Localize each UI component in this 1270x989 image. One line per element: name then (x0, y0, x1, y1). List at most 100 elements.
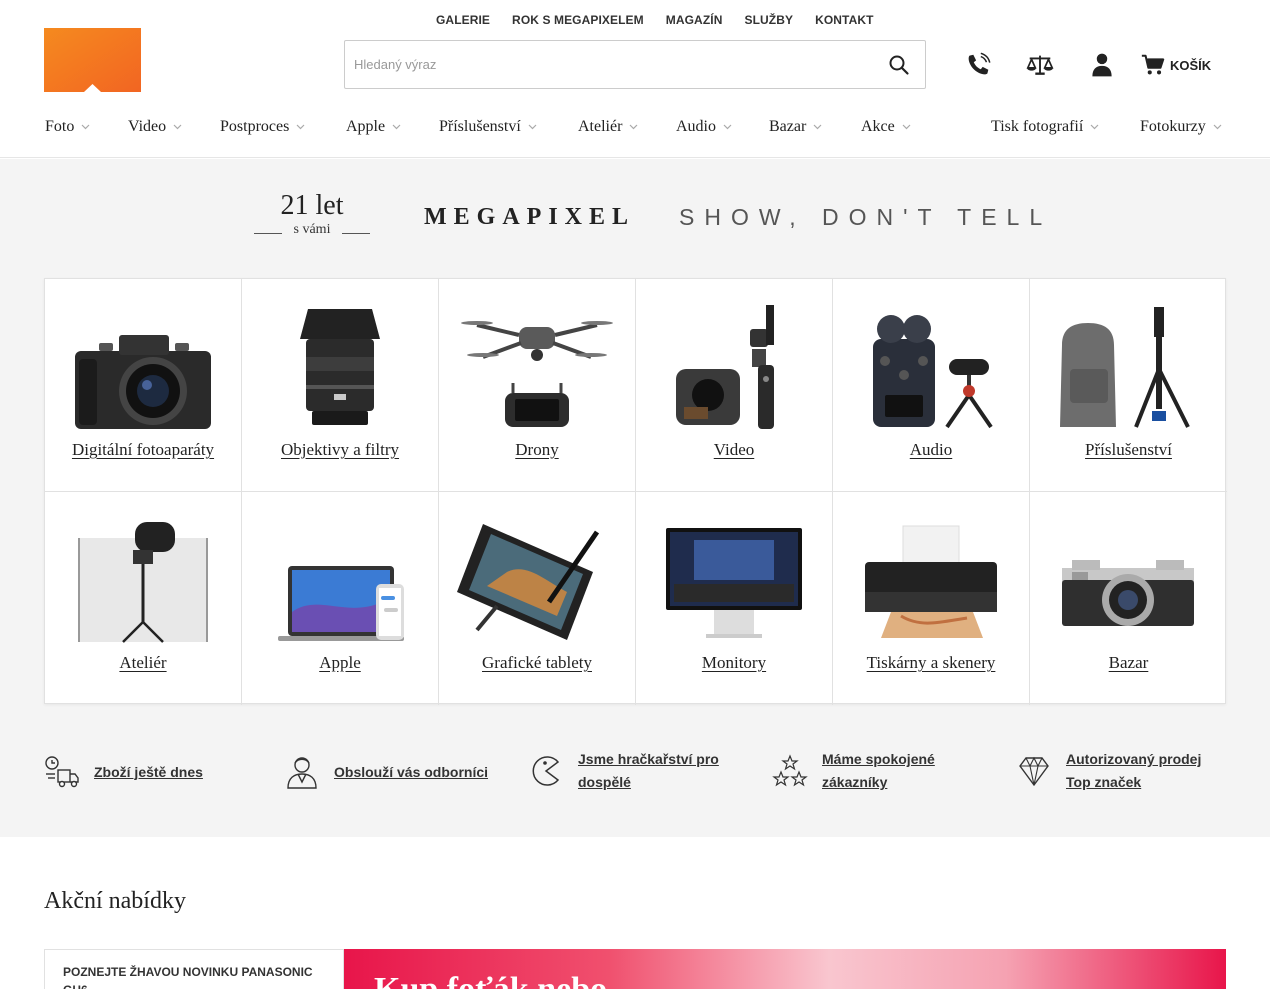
phone-icon[interactable] (962, 49, 994, 81)
chevron-down-icon (902, 124, 911, 130)
top-link-kontakt[interactable]: KONTAKT (804, 13, 884, 27)
category-tile-lenses[interactable]: Objektivy a filtry (242, 279, 439, 492)
category-tile-tablets[interactable]: Grafické tablety (439, 492, 636, 705)
search-icon[interactable] (887, 53, 911, 77)
nav-label: Příslušenství (439, 118, 521, 135)
lens-icon (260, 299, 420, 439)
nav-label: Apple (346, 118, 386, 135)
years-badge: 21 let s vámi (254, 192, 370, 238)
category-label: Monitory (701, 653, 767, 672)
nav-label: Fotokurzy (1140, 118, 1206, 135)
audio-recorder-icon (851, 299, 1011, 439)
delivery-truck-icon (45, 756, 79, 788)
chevron-down-icon (296, 124, 305, 130)
feature-strip: Zboží ještě dnes Obslouží vás odborníci … (44, 748, 1226, 798)
top-link-magazin[interactable]: MAGAZÍN (655, 13, 734, 27)
offer-card[interactable]: POZNEJTE ŽHAVOU NOVINKU PANASONIC GH6 (44, 949, 344, 989)
backpack-tripod-icon (1048, 299, 1208, 439)
cart-button[interactable]: KOŠÍK (1140, 52, 1211, 78)
category-tile-monitors[interactable]: Monitory (636, 492, 833, 705)
compare-scales-icon[interactable] (1024, 49, 1056, 81)
category-label: Objektivy a filtry (280, 440, 400, 459)
feature-text: Zboží ještě dnes (94, 763, 203, 780)
feature-happy-customers[interactable]: Máme spokojené zákazníky (772, 748, 952, 794)
nav-label: Bazar (769, 118, 807, 135)
top-link-galerie[interactable]: GALERIE (425, 13, 501, 27)
printer-icon (851, 512, 1011, 652)
chevron-down-icon (81, 124, 90, 130)
search-box (344, 40, 926, 89)
feature-text: Máme spokojené zákazníky (822, 751, 935, 790)
years-word: let (315, 190, 344, 221)
category-tile-studio[interactable]: Ateliér (45, 492, 242, 705)
category-label: Drony (515, 440, 559, 459)
nav-item-prislusenstvi[interactable]: Příslušenství (439, 118, 537, 136)
feature-text: Obslouží vás odborníci (334, 763, 489, 780)
chevron-down-icon (723, 124, 732, 130)
nav-item-tisk[interactable]: Tisk fotografií (991, 118, 1099, 136)
category-label: Apple (319, 653, 361, 672)
laptop-phone-icon (260, 512, 420, 652)
camera-icon (63, 299, 223, 439)
years-number: 21 (280, 190, 309, 221)
category-tile-printers[interactable]: Tiskárny a skenery (833, 492, 1030, 705)
category-label: Ateliér (119, 653, 167, 672)
nav-item-bazar[interactable]: Bazar (769, 118, 822, 136)
drawing-tablet-icon (457, 512, 617, 652)
nav-label: Foto (45, 118, 75, 135)
user-icon[interactable] (1086, 49, 1118, 81)
nav-label: Audio (676, 118, 716, 135)
promo-text: Kup foťák nebo (374, 971, 607, 989)
category-label: Audio (909, 440, 953, 459)
category-tile-cameras[interactable]: Digitální fotoaparáty (45, 279, 242, 492)
tagline: SHOW, DON'T TELL (679, 204, 1053, 230)
feature-same-day[interactable]: Zboží ještě dnes (44, 754, 203, 790)
chevron-down-icon (1090, 124, 1099, 130)
feature-authorized[interactable]: Autorizovaný prodej Top značek (1016, 748, 1216, 794)
category-tile-audio[interactable]: Audio (833, 279, 1030, 492)
site-header: GALERIE ROK S MEGAPIXELEM MAGAZÍN SLUŽBY… (0, 0, 1270, 158)
top-links: GALERIE ROK S MEGAPIXELEM MAGAZÍN SLUŽBY… (425, 13, 885, 27)
feature-text: Jsme hračkařství pro dospělé (578, 751, 719, 790)
cart-icon (1141, 54, 1165, 75)
category-tile-apple[interactable]: Apple (242, 492, 439, 705)
nav-label: Akce (861, 118, 895, 135)
category-label: Tiskárny a skenery (866, 653, 996, 672)
category-tile-accessories[interactable]: Příslušenství (1030, 279, 1227, 492)
nav-item-atelier[interactable]: Ateliér (578, 118, 638, 136)
offers-title: Akční nabídky (44, 888, 186, 914)
promo-banner[interactable]: Kup foťák nebo (344, 949, 1226, 989)
pacman-icon (532, 756, 560, 786)
years-sub: s vámi (254, 222, 370, 238)
nav-label: Video (128, 118, 167, 135)
category-tile-bazar[interactable]: Bazar (1030, 492, 1227, 705)
offer-card-text: POZNEJTE ŽHAVOU NOVINKU PANASONIC GH6 (63, 965, 313, 989)
studio-light-icon (63, 512, 223, 652)
drone-icon (457, 299, 617, 439)
top-link-rok[interactable]: ROK S MEGAPIXELEM (501, 13, 655, 27)
feature-experts[interactable]: Obslouží vás odborníci (284, 754, 488, 790)
nav-item-akce[interactable]: Akce (861, 118, 911, 136)
nav-item-apple[interactable]: Apple (346, 118, 401, 136)
category-tile-drones[interactable]: Drony (439, 279, 636, 492)
nav-item-foto[interactable]: Foto (45, 118, 90, 136)
chevron-down-icon (528, 124, 537, 130)
feature-text: Autorizovaný prodej Top značek (1066, 751, 1202, 790)
chevron-down-icon (392, 124, 401, 130)
nav-item-postproces[interactable]: Postproces (220, 118, 305, 136)
nav-item-video[interactable]: Video (128, 118, 182, 136)
nav-item-audio[interactable]: Audio (676, 118, 732, 136)
expert-person-icon (287, 757, 317, 789)
video-gimbal-icon (654, 299, 814, 439)
chevron-down-icon (629, 124, 638, 130)
nav-label: Ateliér (578, 118, 623, 135)
search-input[interactable] (345, 41, 865, 88)
feature-toys[interactable]: Jsme hračkařství pro dospělé (528, 748, 728, 794)
category-label: Grafické tablety (482, 653, 592, 672)
nav-label: Tisk fotografií (991, 118, 1084, 135)
top-link-sluzby[interactable]: SLUŽBY (733, 13, 804, 27)
category-tile-video[interactable]: Video (636, 279, 833, 492)
nav-item-fotokurzy[interactable]: Fotokurzy (1140, 118, 1222, 136)
category-label: Příslušenství (1085, 440, 1172, 459)
megapixel-logo[interactable] (44, 28, 141, 92)
